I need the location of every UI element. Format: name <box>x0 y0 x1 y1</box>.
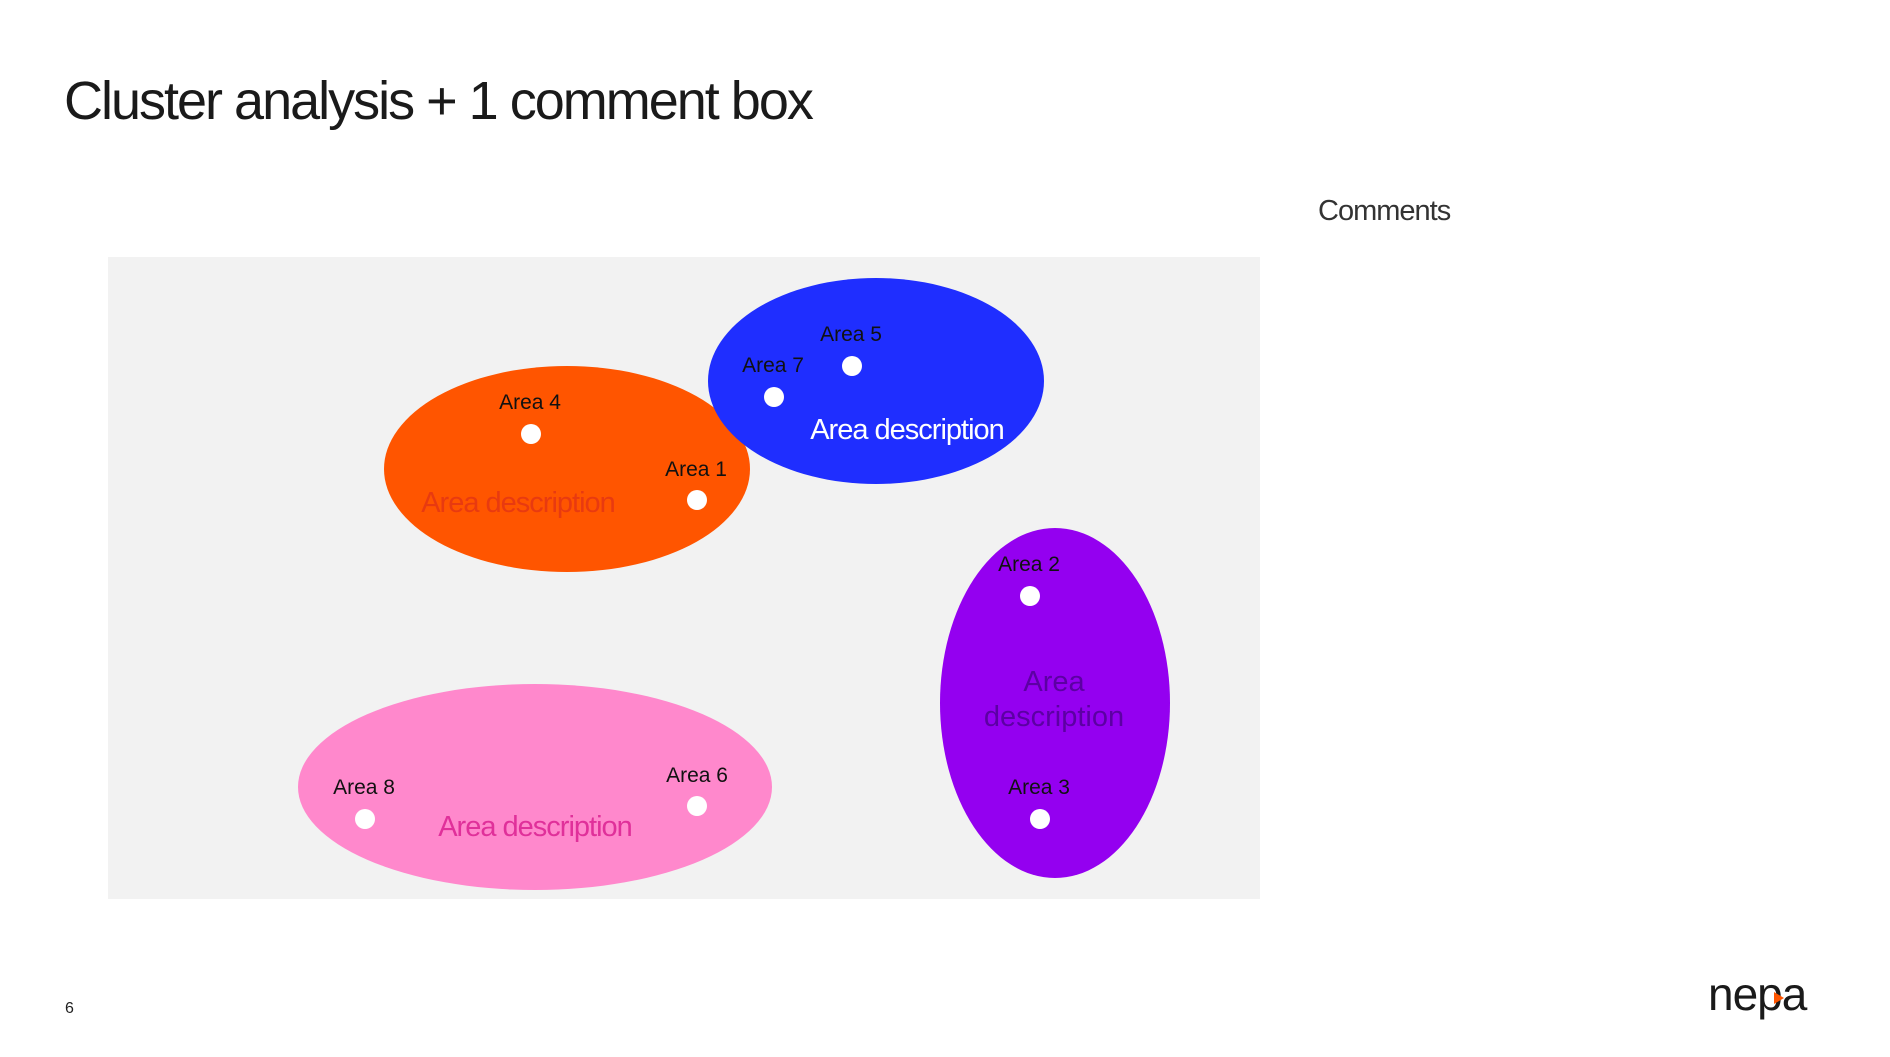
logo-text: nepa <box>1708 970 1808 1020</box>
point-label-area-5: Area 5 <box>820 323 882 346</box>
orange-cluster: Area description Area 4 Area 1 <box>384 366 750 572</box>
point-area-5 <box>842 356 862 376</box>
point-label-area-8: Area 8 <box>333 776 395 799</box>
point-label-area-2: Area 2 <box>998 553 1060 576</box>
purple-cluster-description-line-1: Area <box>1023 666 1085 698</box>
comments-label: Comments <box>1318 195 1451 227</box>
cluster-diagram: Area description Area 4 Area 1 Area desc… <box>108 257 1260 899</box>
point-label-area-7: Area 7 <box>742 354 804 377</box>
blue-cluster-description: Area description <box>810 414 1004 446</box>
slide-title: Cluster analysis + 1 comment box <box>64 71 814 131</box>
point-label-area-1: Area 1 <box>665 458 727 481</box>
orange-cluster-description: Area description <box>421 487 615 519</box>
blue-cluster: Area description Area 7 Area 5 <box>708 278 1044 484</box>
pink-cluster: Area description Area 8 Area 6 <box>298 684 772 890</box>
point-label-area-3: Area 3 <box>1008 776 1070 799</box>
point-area-7 <box>764 387 784 407</box>
purple-cluster-description-line-2: description <box>984 701 1124 733</box>
point-label-area-6: Area 6 <box>666 764 728 787</box>
pink-cluster-description: Area description <box>438 811 632 843</box>
page-number: 6 <box>65 1000 74 1017</box>
point-area-3 <box>1030 809 1050 829</box>
point-area-2 <box>1020 586 1040 606</box>
point-label-area-4: Area 4 <box>499 391 561 414</box>
point-area-8 <box>355 809 375 829</box>
blue-cluster-ellipse <box>708 278 1044 484</box>
point-area-4 <box>521 424 541 444</box>
purple-cluster: Area description Area 2 Area 3 <box>940 528 1170 878</box>
point-area-6 <box>687 796 707 816</box>
point-area-1 <box>687 490 707 510</box>
nepa-logo: nepa <box>1708 970 1809 1020</box>
